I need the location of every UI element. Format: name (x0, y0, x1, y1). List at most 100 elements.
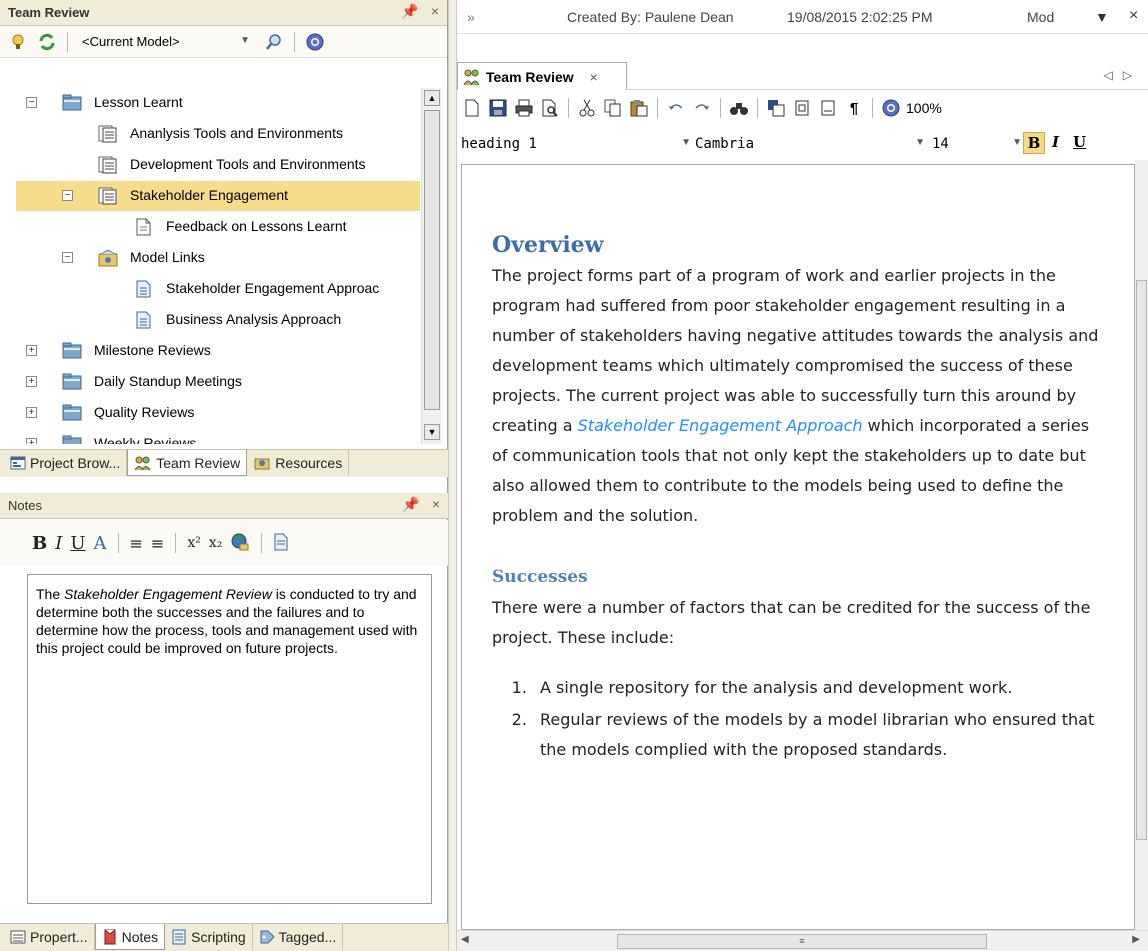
document-horizontal-scrollbar[interactable]: ◀ ≡ ▶ (457, 930, 1148, 951)
tab-tagged-values[interactable]: Tagged... (253, 924, 344, 950)
copy-icon[interactable] (602, 97, 624, 119)
scroll-right-icon[interactable]: ▶ (1132, 934, 1140, 945)
tree-item-analysis-tools[interactable]: Ananlysis Tools and Environments (0, 119, 420, 149)
cut-icon[interactable] (576, 97, 598, 119)
tab-notes[interactable]: Notes (94, 924, 166, 950)
help-icon[interactable] (304, 31, 326, 53)
font-select[interactable]: Cambria ▼ (695, 135, 925, 152)
successes-paragraph: There were a number of factors that can … (492, 598, 1091, 647)
tree-item-feedback[interactable]: Feedback on Lessons Learnt (0, 212, 420, 242)
expand-icon[interactable]: + (26, 376, 37, 387)
document-icon (134, 218, 154, 236)
expand-icon[interactable]: + (26, 345, 37, 356)
tree-item-milestone-reviews[interactable]: + Milestone Reviews (0, 336, 420, 366)
notes-format-toolbar: B I U A ≡ ≡ x² x₂ (0, 520, 448, 566)
tree-item-lesson-learnt[interactable]: − Lesson Learnt (0, 88, 420, 118)
underline-button[interactable]: U (1073, 133, 1086, 151)
print-icon[interactable] (513, 97, 535, 119)
undo-icon[interactable] (665, 97, 687, 119)
close-icon[interactable]: × (432, 496, 440, 513)
expand-icon[interactable]: + (26, 407, 37, 418)
tab-resources[interactable]: Resources (247, 450, 350, 476)
notes-title-bar: Notes 📌 × (0, 493, 448, 519)
folder-icon (62, 373, 82, 391)
scroll-thumb[interactable]: ≡ (617, 934, 987, 949)
toolbar-separator (568, 98, 569, 118)
tree-item-quality-reviews[interactable]: + Quality Reviews (0, 398, 420, 428)
bullet-list-icon[interactable]: ≡ (130, 534, 143, 553)
tree-scrollbar[interactable]: ▲ ▼ (421, 88, 441, 444)
subscript-icon[interactable]: x₂ (209, 535, 223, 551)
collapse-icon[interactable]: − (62, 190, 73, 201)
tab-scripting[interactable]: Scripting (165, 924, 253, 950)
tree-item-stakeholder-approach[interactable]: Stakeholder Engagement Approac (0, 274, 420, 304)
scroll-up-icon[interactable]: ▲ (424, 90, 440, 106)
document-page[interactable]: Overview The project forms part of a pro… (461, 164, 1135, 930)
tab-team-review-doc[interactable]: Team Review × (457, 62, 627, 90)
scroll-down-icon[interactable]: ▼ (424, 424, 440, 440)
pin-icon[interactable]: 📌 (401, 3, 418, 20)
review-icon (98, 156, 118, 174)
underline-icon[interactable]: U (70, 533, 85, 554)
font-color-icon[interactable]: A (94, 533, 107, 554)
print-preview-icon[interactable] (539, 97, 561, 119)
find-icon[interactable] (728, 97, 750, 119)
new-item-icon[interactable] (8, 31, 30, 53)
document-body[interactable]: Overview The project forms part of a pro… (492, 231, 1102, 767)
numbered-list-icon[interactable]: ≡ (151, 534, 164, 553)
pin-icon[interactable]: 📌 (402, 496, 419, 513)
italic-icon[interactable]: I (55, 533, 62, 554)
expand-icon[interactable]: + (26, 438, 37, 444)
paragraph-marks-icon[interactable]: ¶ (843, 97, 865, 119)
tab-team-review[interactable]: Team Review (127, 450, 248, 476)
stakeholder-approach-link[interactable]: Stakeholder Engagement Approach (578, 416, 863, 435)
scroll-left-icon[interactable]: ◀ (461, 934, 469, 945)
tree-item-weekly-reviews[interactable]: + Weekly Reviews (0, 429, 420, 444)
tree-item-development-tools[interactable]: Development Tools and Environments (0, 150, 420, 180)
collapse-icon[interactable]: − (62, 252, 73, 263)
model-select[interactable]: <Current Model> ▼ (77, 30, 257, 54)
page-icon[interactable] (791, 97, 813, 119)
tab-scroll-arrows[interactable]: ◁▷ (1104, 68, 1142, 82)
italic-button[interactable]: I (1052, 133, 1059, 151)
panel-splitter[interactable] (448, 0, 457, 951)
toolbar-separator (657, 98, 658, 118)
tree-item-label: Stakeholder Engagement (130, 187, 288, 203)
collapse-icon[interactable]: − (26, 97, 37, 108)
hyperlink-icon[interactable] (230, 532, 250, 555)
help-icon[interactable] (880, 97, 902, 119)
paste-icon[interactable] (628, 97, 650, 119)
refresh-icon[interactable] (36, 31, 58, 53)
tree-item-label: Lesson Learnt (94, 94, 183, 110)
insert-element-icon[interactable] (765, 97, 787, 119)
tree-item-business-analysis[interactable]: Business Analysis Approach (0, 305, 420, 335)
new-document-icon[interactable] (461, 97, 483, 119)
page-break-icon[interactable] (817, 97, 839, 119)
search-icon[interactable] (263, 31, 285, 53)
document-link-icon[interactable] (273, 533, 289, 554)
redo-icon[interactable] (691, 97, 713, 119)
close-icon[interactable]: × (431, 3, 439, 20)
scroll-thumb[interactable] (424, 110, 440, 410)
tree-item-stakeholder-engagement[interactable]: − Stakeholder Engagement (16, 181, 420, 211)
bold-icon[interactable]: B (32, 533, 47, 554)
tree-item-daily-standup[interactable]: + Daily Standup Meetings (0, 367, 420, 397)
scroll-thumb[interactable] (1136, 280, 1147, 840)
notes-editor[interactable]: The Stakeholder Engagement Review is con… (27, 574, 432, 904)
tab-properties[interactable]: Propert... (4, 924, 95, 950)
document-vertical-scrollbar[interactable] (1135, 160, 1148, 930)
close-icon[interactable]: × (1129, 7, 1138, 25)
style-select[interactable]: heading 1 ▼ (461, 135, 691, 152)
bold-button[interactable]: B (1023, 132, 1045, 154)
zoom-level[interactable]: 100% (906, 100, 942, 116)
team-icon (463, 69, 480, 85)
tab-project-browser[interactable]: Project Brow... (4, 450, 128, 476)
size-select[interactable]: 14 ▼ (932, 135, 1022, 152)
dropdown-icon[interactable]: ▼ (1095, 9, 1109, 25)
created-date: 19/08/2015 2:02:25 PM (787, 9, 933, 25)
superscript-icon[interactable]: x² (187, 535, 201, 551)
close-tab-icon[interactable]: × (590, 69, 598, 85)
save-icon[interactable] (487, 97, 509, 119)
tree-item-model-links[interactable]: − Model Links (0, 243, 420, 273)
expand-chevron-icon[interactable]: » (467, 9, 475, 25)
